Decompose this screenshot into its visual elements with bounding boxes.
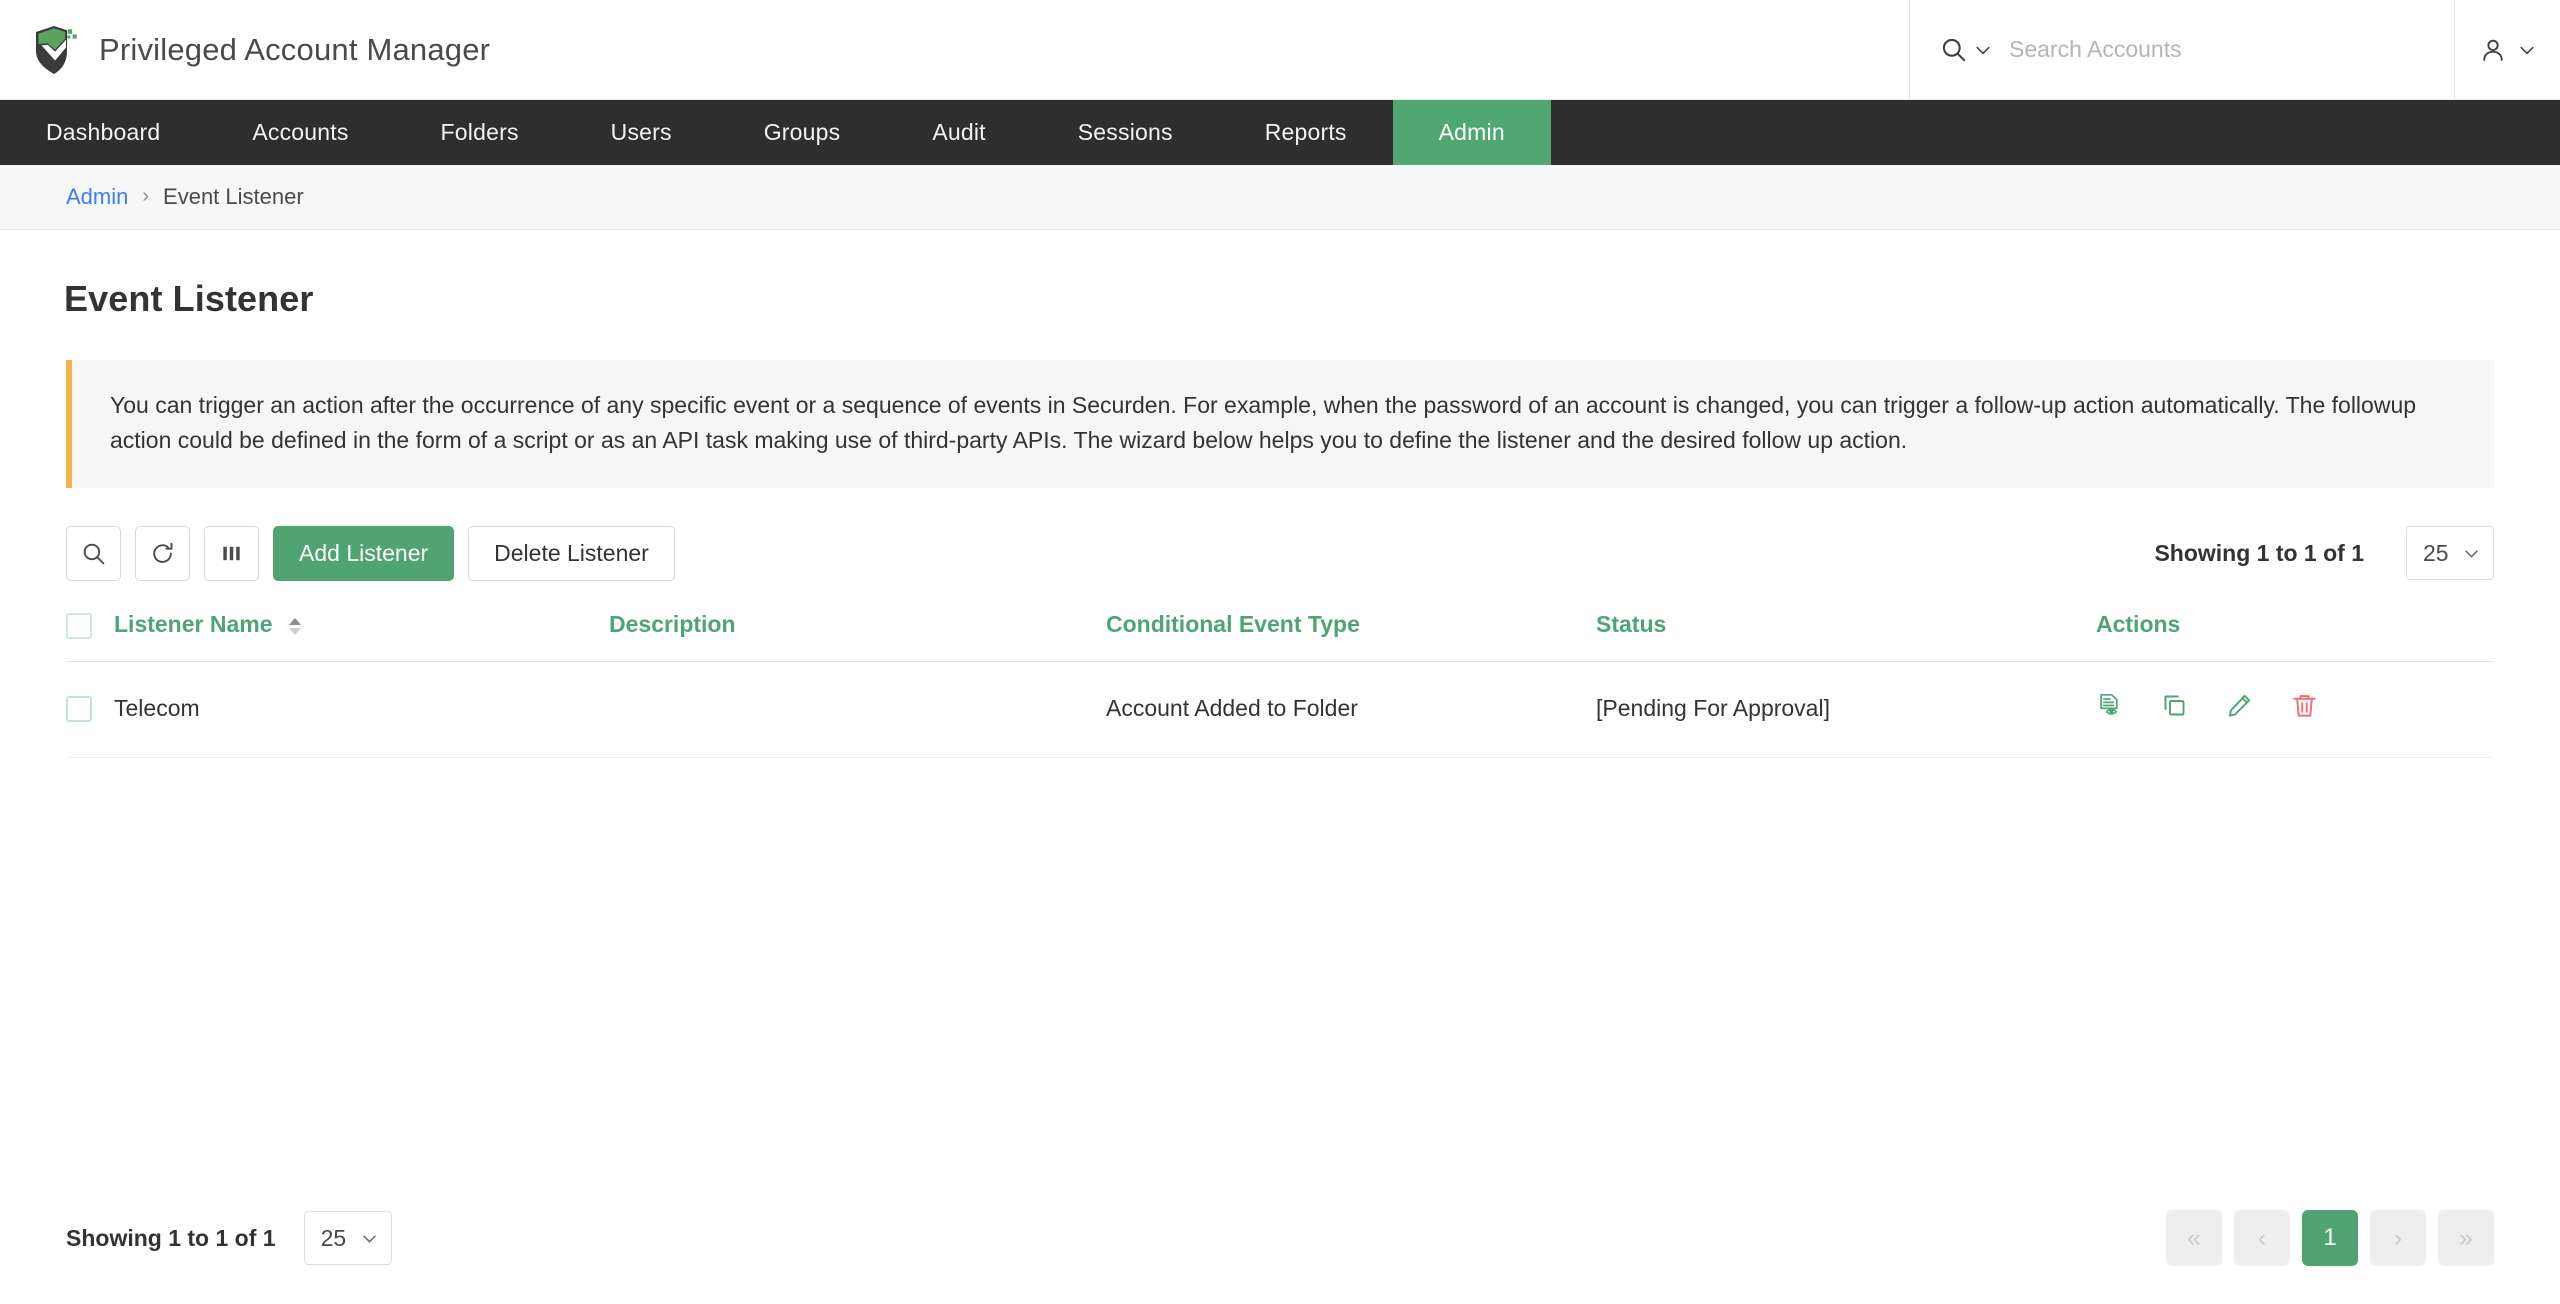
nav-item-users[interactable]: Users [565,100,718,165]
nav-item-groups[interactable]: Groups [718,100,887,165]
table-footer: Showing 1 to 1 of 1 25 « ‹ 1 › » [0,1210,2560,1266]
nav-item-admin[interactable]: Admin [1392,100,1551,165]
page-content: Event Listener You can trigger an action… [0,278,2560,758]
table-row[interactable]: Telecom Account Added to Folder [Pending… [66,661,2494,758]
search-icon [1940,36,1967,63]
nav-item-accounts[interactable]: Accounts [206,100,394,165]
breadcrumb-link-admin[interactable]: Admin [66,184,128,210]
row-actions [2096,692,2494,725]
columns-icon [220,542,243,565]
cell-listener-name: Telecom [114,661,609,758]
header-spacer [490,0,1909,99]
column-header-actions: Actions [2096,610,2494,662]
cell-description [609,661,1106,758]
table-header-row: Listener Name Description Conditional Ev… [66,610,2494,662]
pagination-page-1[interactable]: 1 [2302,1210,2358,1266]
column-header-description[interactable]: Description [609,610,1106,662]
clone-icon[interactable] [2161,692,2188,725]
search-scope-selector[interactable] [1940,36,1993,63]
delete-listener-button[interactable]: Delete Listener [468,525,675,581]
select-all-checkbox[interactable] [66,612,92,639]
breadcrumb: Admin › Event Listener [0,165,2560,230]
info-banner-text: You can trigger an action after the occu… [110,392,2417,453]
listeners-table: Listener Name Description Conditional Ev… [66,610,2494,758]
pagination-last-button[interactable]: » [2438,1210,2494,1266]
nav-item-reports[interactable]: Reports [1219,100,1393,165]
add-listener-button[interactable]: Add Listener [273,525,455,581]
sort-ascending-icon [288,617,301,625]
cell-actions [2096,661,2494,758]
column-header-label: Listener Name [114,611,273,638]
nav-item-sessions[interactable]: Sessions [1032,100,1219,165]
cell-conditional-event-type: Account Added to Folder [1106,661,1596,758]
cell-status: [Pending For Approval] [1596,661,2096,758]
search-icon [81,541,106,566]
delete-trash-icon[interactable] [2291,692,2318,725]
page-size-select-bottom[interactable]: 25 [303,1211,392,1265]
edit-pencil-icon[interactable] [2226,692,2253,725]
sort-toggle-icon[interactable] [288,617,301,635]
chevron-down-icon [2462,544,2481,563]
column-header-status[interactable]: Status [1596,610,2096,662]
nav-item-dashboard[interactable]: Dashboard [0,100,206,165]
page-size-select-top[interactable]: 25 [2406,526,2494,581]
global-search [1909,0,2454,99]
row-select-cell [66,661,114,758]
view-details-icon[interactable] [2096,692,2123,725]
row-checkbox[interactable] [66,696,92,723]
chevron-down-icon [2517,40,2537,60]
refresh-button[interactable] [135,525,190,581]
table-search-button[interactable] [66,525,121,581]
refresh-icon [150,541,175,566]
nav-item-folders[interactable]: Folders [395,100,565,165]
page-size-value-top: 25 [2423,539,2449,566]
pagination-prev-button[interactable]: ‹ [2234,1210,2290,1266]
nav-item-audit[interactable]: Audit [886,100,1031,165]
securden-shield-logo [33,24,77,76]
chevron-down-icon [360,1229,379,1248]
showing-count-bottom: Showing 1 to 1 of 1 [66,1224,276,1251]
user-icon [2479,36,2507,64]
column-header-conditional-event-type[interactable]: Conditional Event Type [1106,610,1596,662]
app-title: Privileged Account Manager [99,31,491,67]
brand: Privileged Account Manager [0,0,490,99]
chevron-right-icon: › [142,185,150,207]
info-banner: You can trigger an action after the occu… [66,360,2494,488]
pagination: « ‹ 1 › » [2166,1210,2494,1266]
sort-descending-icon [288,627,301,635]
user-menu-button[interactable] [2454,0,2560,99]
pagination-first-button[interactable]: « [2166,1210,2222,1266]
select-all-header [66,610,114,662]
chevron-down-icon [1973,40,1993,60]
page-size-value-bottom: 25 [320,1224,347,1251]
pagination-next-button[interactable]: › [2370,1210,2426,1266]
app-header: Privileged Account Manager [0,0,2560,100]
breadcrumb-current: Event Listener [163,184,304,209]
page-title: Event Listener [64,278,314,319]
table-toolbar: Add Listener Delete Listener Showing 1 t… [66,525,2494,581]
main-navigation: Dashboard Accounts Folders Users Groups … [0,100,2560,165]
column-header-listener-name[interactable]: Listener Name [114,610,609,662]
showing-count-top: Showing 1 to 1 of 1 [2154,539,2364,566]
column-chooser-button[interactable] [204,525,259,581]
search-input[interactable] [2009,36,2426,63]
